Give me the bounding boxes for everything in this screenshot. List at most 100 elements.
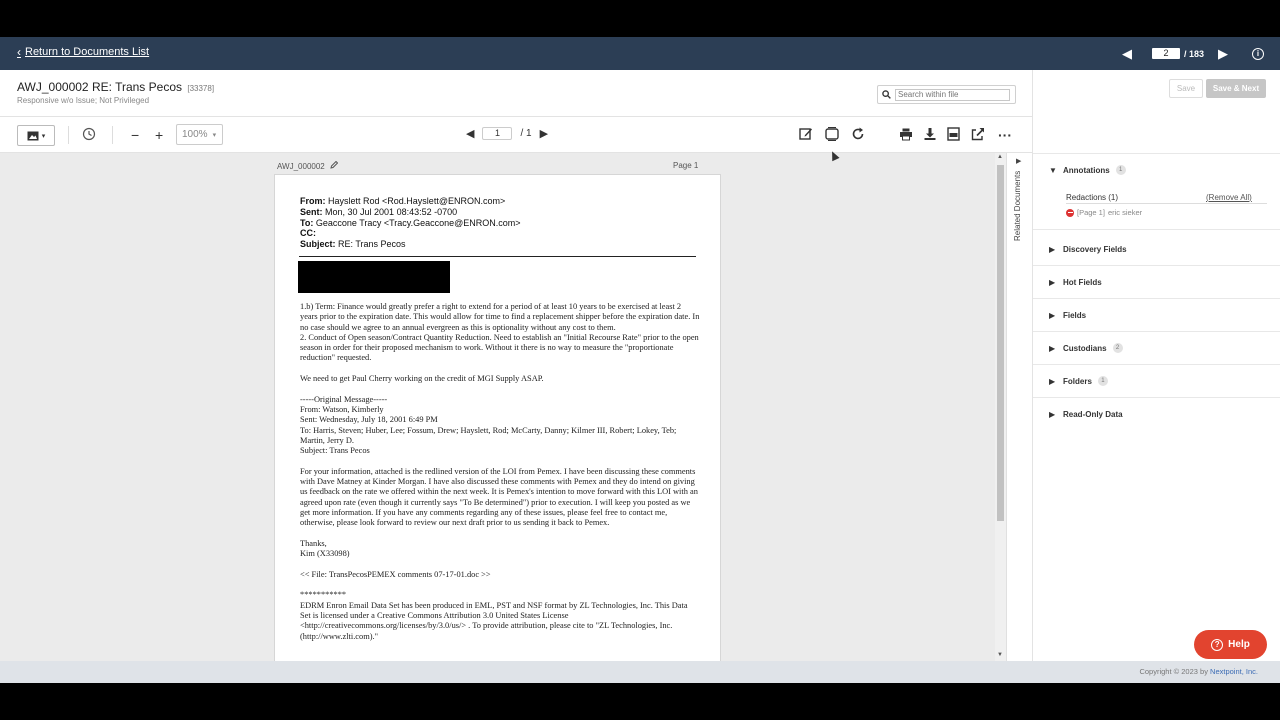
toolbar-divider <box>68 126 69 144</box>
scroll-up-arrow[interactable]: ▲ <box>997 154 1003 160</box>
email-sent-line: Sent: Mon, 30 Jul 2001 08:43:52 -0700 <box>300 207 521 218</box>
copyright-label: Copyright © 2023 by <box>1139 667 1208 676</box>
divider <box>1066 203 1267 204</box>
section-label: Folders <box>1063 376 1092 386</box>
coding-panel: Save Save & Next ▼ Annotations 1 Redacti… <box>1032 70 1280 661</box>
share-icon <box>971 128 984 141</box>
section-custodians[interactable]: ▶ Custodians 2 <box>1033 332 1280 365</box>
current-document-input[interactable]: 2 <box>1151 48 1180 59</box>
from-label: From: <box>300 196 326 206</box>
info-icon[interactable]: i <box>1252 47 1264 60</box>
chevron-down-icon: ▾ <box>41 132 46 140</box>
remove-redaction-icon[interactable] <box>1066 208 1074 217</box>
image-icon <box>27 131 39 140</box>
zoom-out-button[interactable]: − <box>131 127 139 143</box>
section-hot-fields[interactable]: ▶ Hot Fields <box>1033 266 1280 299</box>
section-folders[interactable]: ▶ Folders 1 <box>1033 365 1280 398</box>
download-button[interactable] <box>923 127 937 144</box>
return-to-documents-link[interactable]: ‹ Return to Documents List <box>17 45 149 59</box>
redactions-title: Redactions (1) <box>1066 193 1118 202</box>
print-button[interactable] <box>899 127 913 144</box>
chevron-right-icon: ▶ <box>1049 244 1056 254</box>
minus-icon: − <box>131 127 140 143</box>
to-label: To: <box>300 217 314 228</box>
page-total: / 1 <box>520 128 532 139</box>
help-button[interactable]: ? Help <box>1194 630 1267 659</box>
footer: Copyright © 2023 by Nextpoint, Inc. <box>0 661 1280 683</box>
section-annotations[interactable]: ▼ Annotations 1 <box>1033 153 1280 186</box>
view-mode-select[interactable]: ▾ <box>17 125 55 146</box>
chevron-right-icon: ▶ <box>1049 343 1056 353</box>
document-bates: [33378] <box>187 84 215 93</box>
email-subject-line: Subject: RE: Trans Pecos <box>300 239 521 250</box>
section-fields[interactable]: ▶ Fields <box>1033 299 1280 332</box>
edit-button[interactable] <box>799 127 813 144</box>
caret-down-icon: ▾ <box>212 131 217 139</box>
email-sent: Mon, 30 Jul 2001 08:43:52 -0700 <box>325 206 458 217</box>
redaction-box-icon <box>825 127 839 141</box>
top-nav-bar: ‹ Return to Documents List ◀ 2 / 183 ▶ i <box>0 37 1280 70</box>
redaction-page: [Page 1] <box>1077 208 1105 217</box>
redaction-box[interactable] <box>298 261 450 293</box>
history-icon <box>82 127 96 141</box>
related-documents-tab[interactable]: ▶ Related Documents <box>1006 153 1032 661</box>
section-discovery-fields[interactable]: ▶ Discovery Fields <box>1033 233 1280 266</box>
redaction-tool-button[interactable] <box>824 127 840 144</box>
export-pdf-button[interactable] <box>947 127 960 144</box>
zoom-in-button[interactable]: + <box>155 127 163 143</box>
more-dots-icon: ··· <box>998 127 1012 143</box>
pdf-file-icon <box>947 127 960 141</box>
header-rule <box>299 256 696 257</box>
caret-right-icon: ▶ <box>1016 158 1022 165</box>
remove-all-link[interactable]: (Remove All) <box>1206 193 1252 202</box>
scrollbar-thumb[interactable] <box>997 165 1004 521</box>
edit-icon <box>799 128 812 140</box>
page-bates-number: AWJ_000002 <box>277 162 325 171</box>
search-within-file <box>877 85 1016 104</box>
zoom-select[interactable]: 100% ▾ <box>176 124 223 145</box>
return-link-label: Return to Documents List <box>25 46 150 58</box>
email-cc-line: CC: <box>300 228 521 239</box>
next-document-button[interactable]: ▶ <box>1212 46 1234 62</box>
help-label: Help <box>1228 639 1250 650</box>
company-link[interactable]: Nextpoint, Inc. <box>1210 667 1258 676</box>
next-page-button[interactable]: ▶ <box>540 127 548 140</box>
scroll-down-arrow[interactable]: ▼ <box>997 652 1003 658</box>
document-subject: RE: Trans Pecos <box>91 80 182 94</box>
chevron-down-icon: ▼ <box>1049 165 1057 175</box>
app-window: ‹ Return to Documents List ◀ 2 / 183 ▶ i… <box>0 37 1280 683</box>
section-read-only-data[interactable]: ▶ Read-Only Data <box>1033 398 1280 431</box>
document-viewer: AWJ_000002 Page 1 From: Hayslett Rod <Ro… <box>0 153 1032 661</box>
document-title: AWJ_000002 RE: Trans Pecos [33378] <box>17 80 214 94</box>
redactions-count: (1) <box>1108 193 1119 202</box>
body-paragraph: *********** EDRM Enron Email Data Set ha… <box>300 590 688 641</box>
remove-all-label: Remove All <box>1208 193 1250 202</box>
pencil-icon[interactable] <box>330 160 339 169</box>
search-input[interactable] <box>895 88 1010 101</box>
document-header: AWJ_000002 RE: Trans Pecos [33378] Respo… <box>0 70 1032 117</box>
redaction-item[interactable]: [Page 1] eric sieker <box>1066 208 1142 217</box>
more-options-button[interactable]: ··· <box>998 127 1012 143</box>
body-paragraph: We need to get Paul Cherry working on th… <box>300 374 544 384</box>
document-total: / 183 <box>1183 48 1204 59</box>
viewer-scrollbar[interactable]: ▲ ▼ <box>995 153 1006 661</box>
chevron-right-icon: ▶ <box>1049 376 1056 386</box>
section-label: Annotations <box>1063 165 1110 175</box>
save-and-next-button[interactable]: Save & Next <box>1206 79 1266 98</box>
section-label: Custodians <box>1063 343 1107 353</box>
history-button[interactable] <box>82 127 96 144</box>
body-paragraph: 1.b) Term: Finance would greatly prefer … <box>300 302 700 363</box>
body-paragraph: Thanks, Kim (X33098) <box>300 538 350 559</box>
share-button[interactable] <box>971 127 985 144</box>
previous-page-button[interactable]: ◀ <box>466 127 474 140</box>
document-navigator: ◀ 2 / 183 ▶ i <box>1116 37 1280 70</box>
folders-count-badge: 1 <box>1097 376 1108 386</box>
page-number-input[interactable]: 1 <box>482 127 513 140</box>
email-from-line: From: Hayslett Rod <Rod.Hayslett@ENRON.c… <box>300 196 521 207</box>
question-icon: ? <box>1211 638 1224 651</box>
previous-document-button[interactable]: ◀ <box>1116 46 1138 62</box>
page-label: Page 1 <box>673 161 699 170</box>
save-button[interactable]: Save <box>1169 79 1203 98</box>
search-icon <box>882 90 891 99</box>
rotate-button[interactable] <box>851 127 865 144</box>
